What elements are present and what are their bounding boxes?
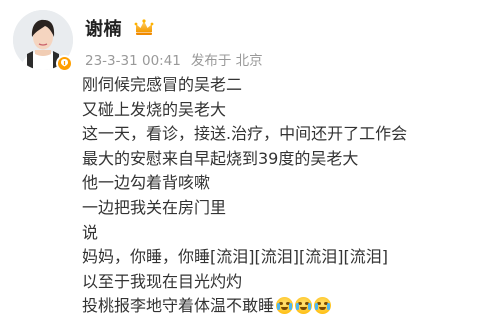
post-line-text: 投桃报李地守着体温不敢睡: [82, 296, 275, 316]
post-line: 他一边勾着背咳嗽: [82, 173, 211, 193]
post-location: 发布于 北京: [190, 53, 263, 69]
crown-icon[interactable]: [134, 18, 154, 36]
crying-face-emoji: [295, 297, 313, 315]
post-line: 刚伺候完感冒的吴老二: [82, 75, 243, 94]
post-timestamp[interactable]: 23-3-31 00:41: [85, 53, 181, 69]
verified-badge-icon: [56, 55, 73, 72]
crying-face-emoji: [276, 297, 294, 315]
post-line: 又碰上发烧的吴老大: [82, 99, 227, 119]
post-line: 一边把我关在房门里: [82, 197, 227, 217]
post-last-line: 投桃报李地守着体温不敢睡: [82, 294, 492, 319]
post-line: 以至于我现在目光灼灼: [82, 271, 243, 291]
post-line: 说: [82, 222, 99, 242]
post-line: 妈妈，你睡，你睡[流泪][流泪][流泪][流泪]: [82, 247, 388, 267]
post-meta: 23-3-31 00:41 发布于 北京: [85, 49, 273, 69]
post-content: 刚伺候完感冒的吴老二 又碰上发烧的吴老大 这一天，看诊，接送.治疗，中间还开了工…: [82, 73, 492, 319]
post-line: 这一天，看诊，接送.治疗，中间还开了工作会: [82, 124, 408, 144]
crying-face-emoji: [314, 297, 332, 315]
post-line: 最大的安慰来自早起烧到39度的吴老大: [82, 148, 359, 168]
author-name[interactable]: 谢楠: [85, 15, 122, 41]
